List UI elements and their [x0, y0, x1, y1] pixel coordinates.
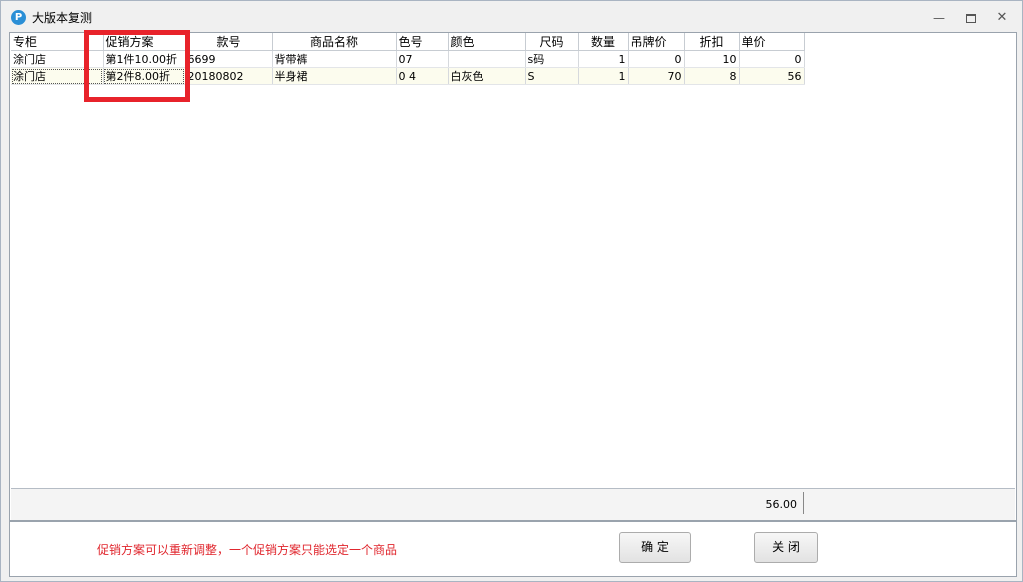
- column-header-size[interactable]: 尺码: [525, 33, 579, 51]
- cell-quantity[interactable]: 1: [578, 67, 629, 85]
- hint-note: 促销方案可以重新调整，一个促销方案只能选定一个商品: [97, 543, 398, 557]
- cell-color-code[interactable]: 07: [396, 50, 449, 68]
- cell-color-code[interactable]: 0 4: [396, 67, 449, 85]
- promotion-grid: 专柜 促销方案 款号 商品名称 色号 颜色 尺码 数量 吊牌价 折扣 单价 涂门…: [9, 32, 1017, 521]
- column-header-unit-price[interactable]: 单价: [739, 33, 805, 51]
- cell-discount[interactable]: 10: [684, 50, 740, 68]
- dialog-window: P 大版本复测 — ✕ 专柜 促销方案 款号 商品名称 色号 颜色 尺码 数量 …: [0, 0, 1023, 582]
- column-header-style-no[interactable]: 款号: [185, 33, 273, 51]
- cell-size[interactable]: S: [525, 67, 579, 85]
- column-header-quantity[interactable]: 数量: [578, 33, 629, 51]
- cell-discount[interactable]: 8: [684, 67, 740, 85]
- cell-quantity[interactable]: 1: [578, 50, 629, 68]
- column-header-color-code[interactable]: 色号: [396, 33, 449, 51]
- cell-tag-price[interactable]: 70: [628, 67, 685, 85]
- maximize-icon[interactable]: [961, 10, 981, 26]
- grid-summary-footer: 56.00: [11, 488, 1015, 520]
- column-header-discount[interactable]: 折扣: [684, 33, 740, 51]
- cell-unit-price[interactable]: 0: [739, 50, 805, 68]
- cell-tag-price[interactable]: 0: [628, 50, 685, 68]
- close-icon[interactable]: ✕: [992, 10, 1012, 26]
- total-amount: 56.00: [765, 498, 798, 511]
- cell-product-name[interactable]: 背带裤: [272, 50, 397, 68]
- action-panel: 促销方案可以重新调整，一个促销方案只能选定一个商品 确 定 关 闭: [9, 521, 1017, 577]
- summary-divider: [803, 492, 804, 514]
- title-bar[interactable]: P 大版本复测 — ✕: [1, 1, 1022, 31]
- confirm-button[interactable]: 确 定: [619, 532, 691, 563]
- cell-color[interactable]: [448, 50, 526, 68]
- app-logo-icon: P: [11, 10, 26, 25]
- column-header-color[interactable]: 颜色: [448, 33, 526, 51]
- cell-size[interactable]: s码: [525, 50, 579, 68]
- close-button[interactable]: 关 闭: [754, 532, 818, 563]
- cell-style-no[interactable]: 6699: [185, 50, 273, 68]
- minimize-icon[interactable]: —: [929, 10, 949, 26]
- window-title: 大版本复测: [32, 11, 93, 25]
- cell-product-name[interactable]: 半身裙: [272, 67, 397, 85]
- column-header-product-name[interactable]: 商品名称: [272, 33, 397, 51]
- cell-color[interactable]: 白灰色: [448, 67, 526, 85]
- cell-unit-price[interactable]: 56: [739, 67, 805, 85]
- column-header-tag-price[interactable]: 吊牌价: [628, 33, 685, 51]
- promotion-highlight-box: [84, 30, 190, 102]
- cell-style-no[interactable]: 20180802: [185, 67, 273, 85]
